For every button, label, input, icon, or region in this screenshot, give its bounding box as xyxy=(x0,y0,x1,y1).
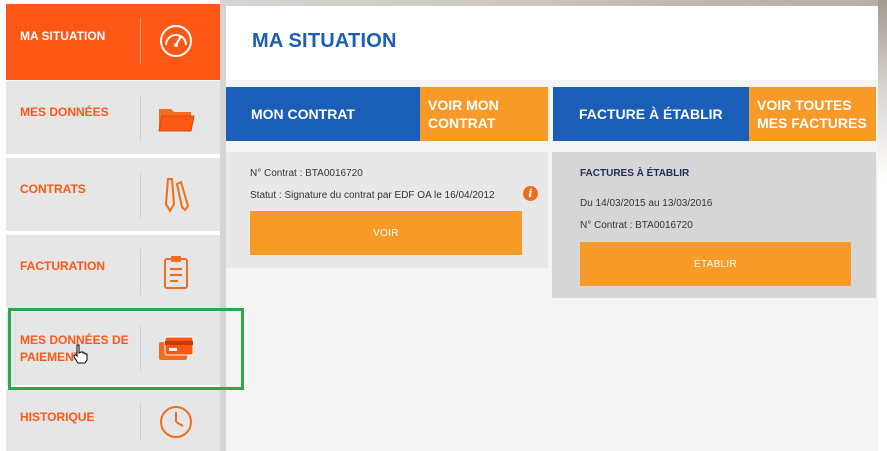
sidebar-item-label: HISTORIQUE xyxy=(20,410,95,424)
sidebar-item-label: MA SITUATION xyxy=(20,29,106,43)
folder-icon xyxy=(156,99,196,137)
sidebar-item-donnees-paiement[interactable]: MES DONNÉES DE PAIEMENT xyxy=(6,312,220,385)
invoice-period: Du 14/03/2015 au 13/03/2016 xyxy=(580,198,713,209)
sidebar-item-ma-situation[interactable]: MA SITUATION xyxy=(6,4,220,80)
page-title: MA SITUATION xyxy=(252,30,397,52)
sidebar-item-mes-donnees[interactable]: MES DONNÉES xyxy=(6,81,220,154)
contract-header-label: MON CONTRAT xyxy=(251,106,355,122)
pen-icon xyxy=(156,176,196,214)
invoice-card: FACTURES À ÉTABLIR Du 14/03/2015 au 13/0… xyxy=(552,152,876,298)
invoice-header: FACTURE À ÉTABLIR xyxy=(553,87,749,141)
sidebar-divider xyxy=(140,326,141,372)
background-edge xyxy=(878,0,887,451)
sidebar-item-label: MES DONNÉES xyxy=(20,105,109,119)
invoice-card-heading: FACTURES À ÉTABLIR xyxy=(580,168,690,179)
credit-cards-icon xyxy=(156,330,196,368)
view-contract-label: VOIR MON CONTRAT xyxy=(428,97,499,131)
contract-number: N° Contrat : BTA0016720 xyxy=(250,168,363,179)
sidebar-divider xyxy=(140,95,141,141)
establish-button[interactable]: ÉTABLIR xyxy=(580,242,851,286)
sidebar-item-label: FACTURATION xyxy=(20,259,106,273)
speedometer-icon xyxy=(156,22,196,60)
invoice-contract-number: N° Contrat : BTA0016720 xyxy=(580,220,693,231)
view-all-invoices-label: VOIR TOUTES MES FACTURES xyxy=(757,97,867,131)
contract-status: Statut : Signature du contrat par EDF OA… xyxy=(250,190,495,201)
view-all-invoices-button[interactable]: VOIR TOUTES MES FACTURES xyxy=(749,87,876,141)
view-button[interactable]: VOIR xyxy=(250,211,522,255)
clock-icon xyxy=(156,403,196,441)
sidebar-divider xyxy=(140,249,141,295)
sidebar-divider xyxy=(140,18,141,64)
view-contract-button[interactable]: VOIR MON CONTRAT xyxy=(420,87,548,141)
sidebar: MA SITUATION MES DONNÉES CONTRATS FACTUR… xyxy=(0,0,220,451)
sidebar-item-contrats[interactable]: CONTRATS xyxy=(6,158,220,231)
invoice-header-label: FACTURE À ÉTABLIR xyxy=(579,106,723,122)
contract-card: N° Contrat : BTA0016720 Statut : Signatu… xyxy=(226,152,548,268)
contract-header: MON CONTRAT xyxy=(226,87,420,141)
sidebar-item-facturation[interactable]: FACTURATION xyxy=(6,235,220,308)
clipboard-icon xyxy=(156,253,196,291)
hand-cursor-icon xyxy=(72,344,88,364)
info-icon[interactable]: i xyxy=(523,186,538,201)
main-panel: MA SITUATION MON CONTRAT VOIR MON CONTRA… xyxy=(226,6,878,451)
sidebar-divider xyxy=(140,403,141,441)
sidebar-divider xyxy=(140,172,141,218)
sidebar-item-historique[interactable]: HISTORIQUE xyxy=(6,389,220,451)
sidebar-item-label: CONTRATS xyxy=(20,182,86,196)
